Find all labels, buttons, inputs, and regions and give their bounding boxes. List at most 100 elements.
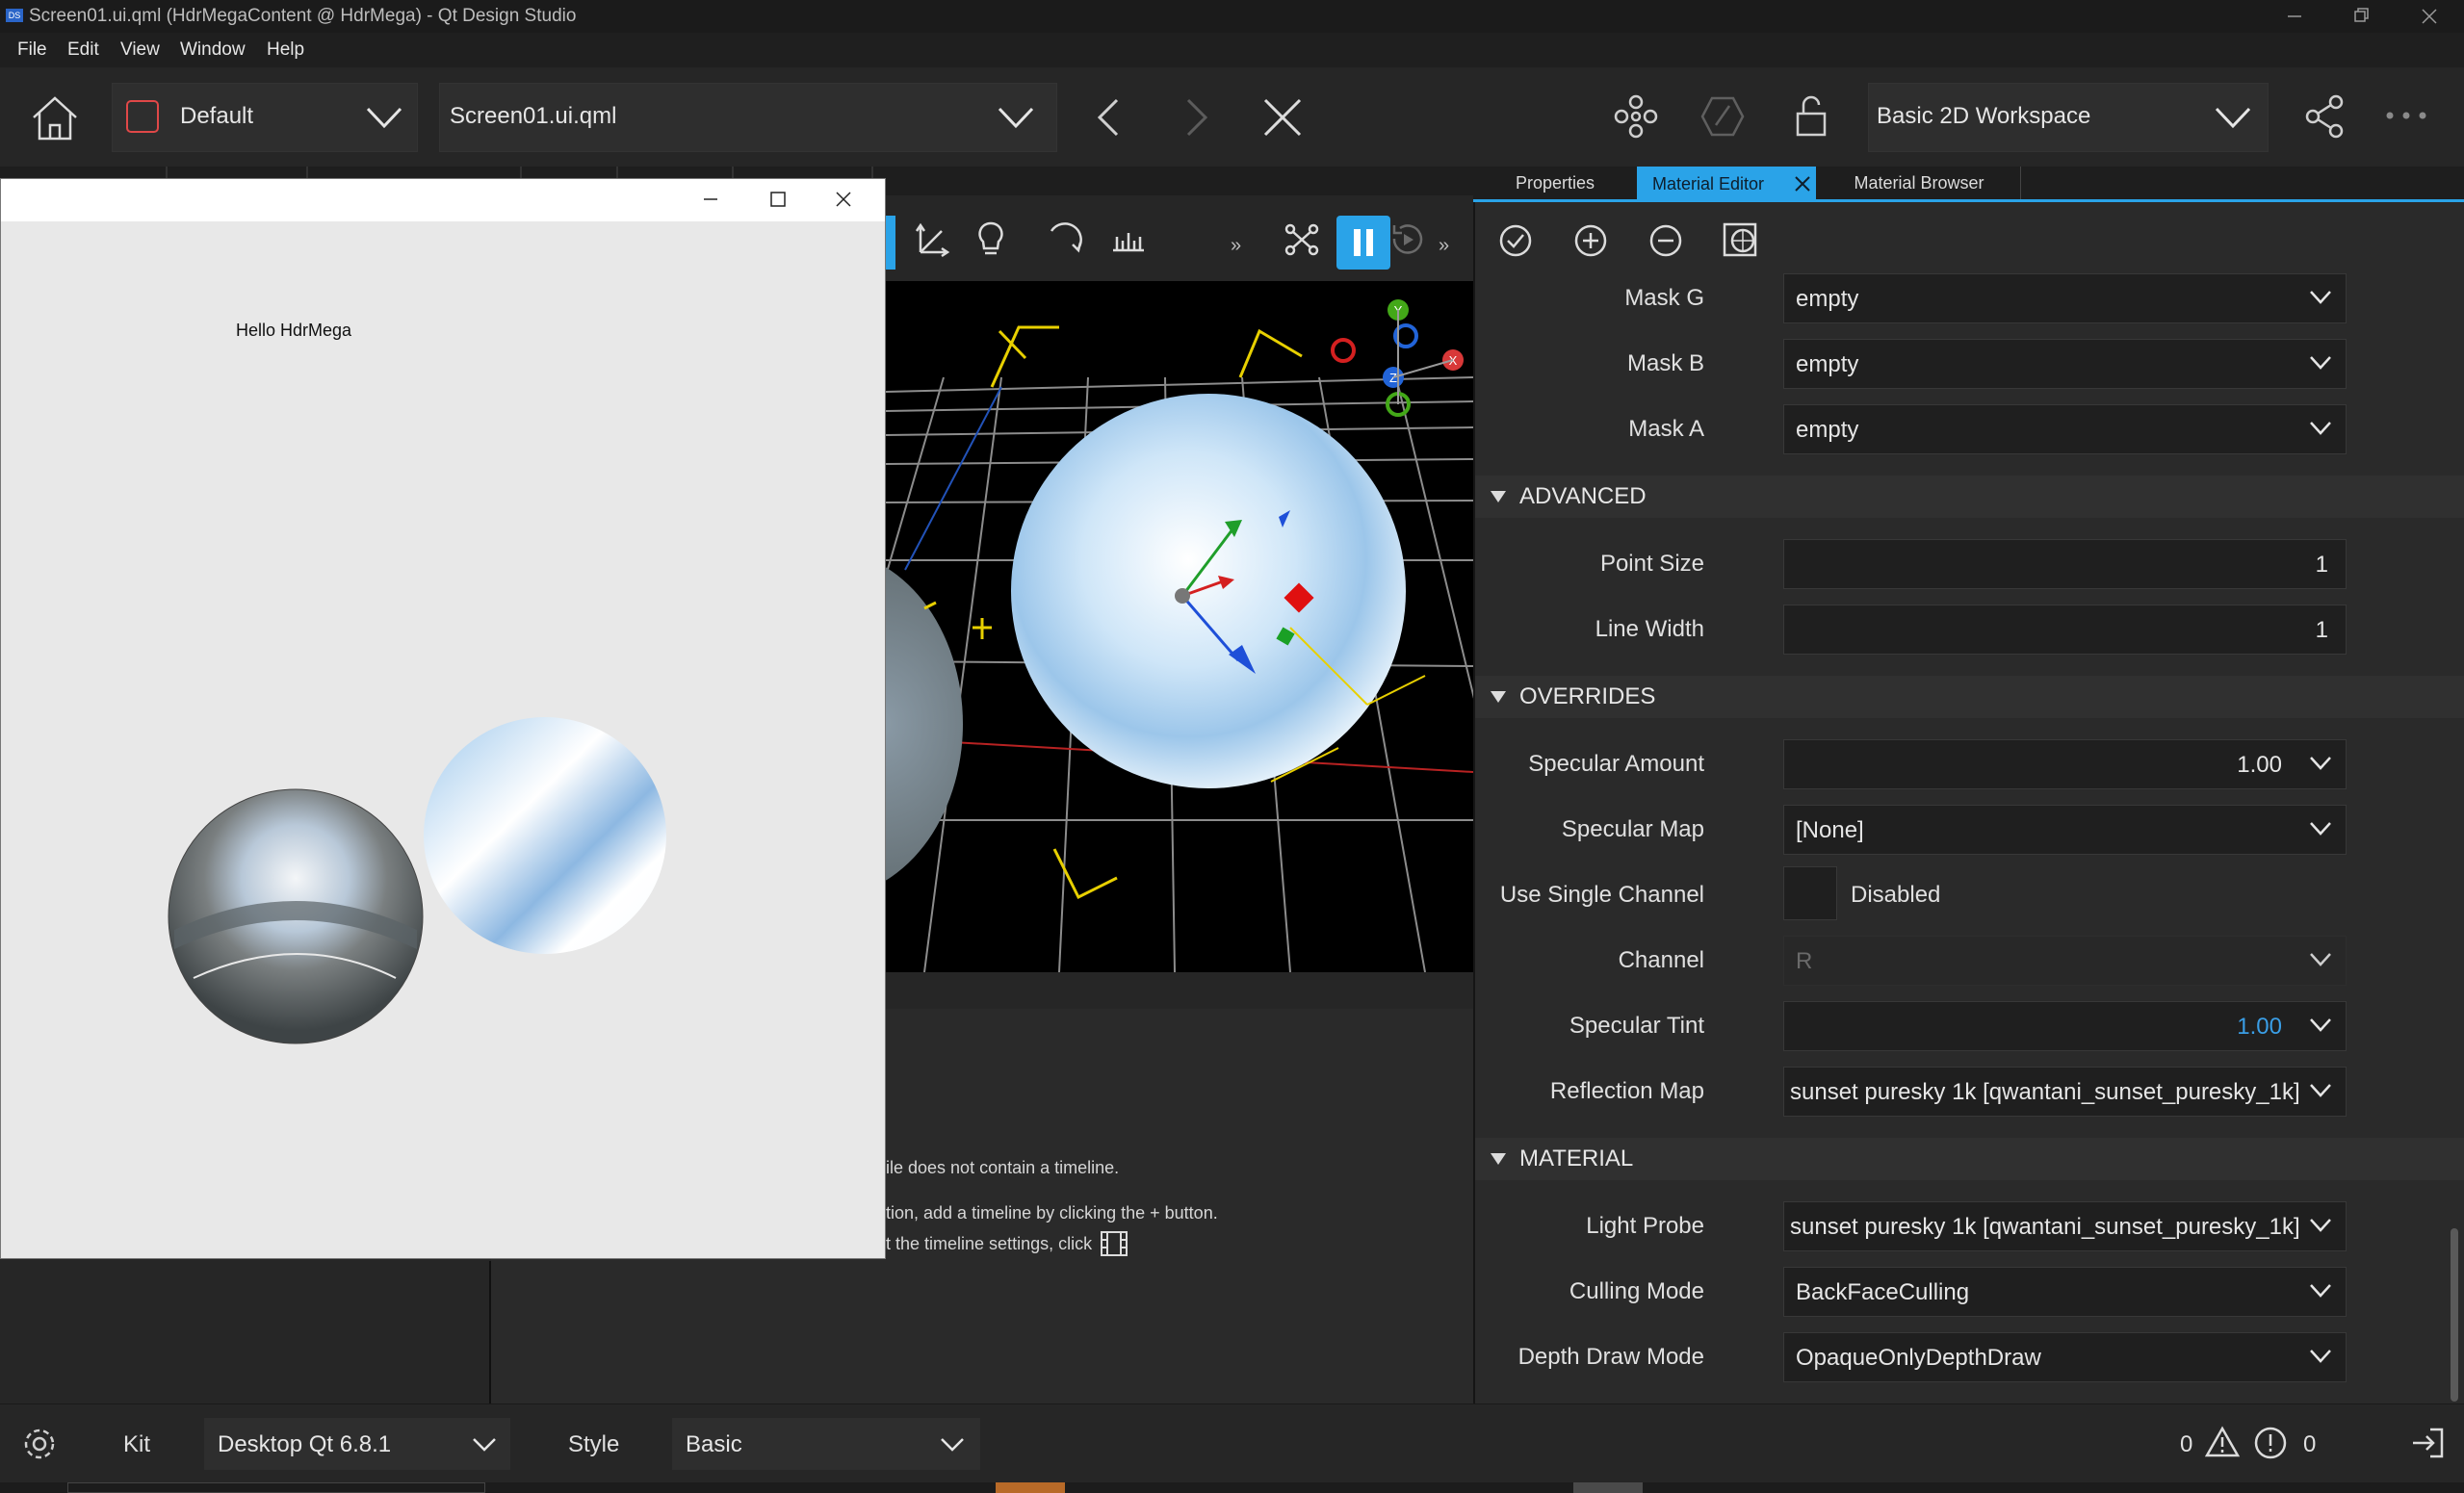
minimize-button[interactable] bbox=[2265, 4, 2322, 29]
menu-window[interactable]: Window bbox=[180, 39, 246, 61]
section-advanced[interactable]: ADVANCED bbox=[1475, 476, 2464, 518]
chevron-down-icon[interactable] bbox=[2309, 1017, 2332, 1033]
channel-label: Channel bbox=[1618, 947, 1704, 973]
overflow-left-icon[interactable]: » bbox=[1231, 235, 1241, 257]
style-label: Style bbox=[568, 1431, 620, 1457]
workspace-combo-value: Basic 2D Workspace bbox=[1877, 103, 2091, 129]
light-bulb-icon[interactable] bbox=[974, 219, 1007, 258]
window-title: Screen01.ui.qml (HdrMegaContent @ HdrMeg… bbox=[29, 6, 577, 26]
timeline-settings-icon[interactable] bbox=[1100, 1230, 1128, 1257]
point-size-value: 1 bbox=[2315, 552, 2328, 578]
section-overrides[interactable]: OVERRIDES bbox=[1475, 676, 2464, 718]
depth-draw-mode-label: Depth Draw Mode bbox=[1517, 1344, 1704, 1370]
material-preview-icon[interactable] bbox=[1722, 221, 1760, 260]
channel-combo: R bbox=[1783, 936, 2347, 986]
mask-b-combo[interactable]: empty bbox=[1783, 339, 2347, 389]
mask-g-combo[interactable]: empty bbox=[1783, 273, 2347, 323]
style-combo[interactable]: Default bbox=[112, 83, 418, 152]
back-icon[interactable] bbox=[1090, 96, 1128, 139]
chevron-down-icon bbox=[366, 107, 402, 129]
exit-icon[interactable] bbox=[2409, 1426, 2446, 1460]
workspace-combo[interactable]: Basic 2D Workspace bbox=[1868, 83, 2269, 152]
preview-close-button[interactable] bbox=[829, 187, 858, 212]
warning-icon[interactable] bbox=[2205, 1426, 2240, 1458]
timeline-message-1: ile does not contain a timeline. bbox=[886, 1158, 1120, 1177]
viewport-3d[interactable]: Y X Z bbox=[886, 281, 1473, 972]
bottom-strip-handle bbox=[1573, 1482, 1643, 1493]
mask-a-value: empty bbox=[1796, 417, 1859, 443]
close-document-icon[interactable] bbox=[1261, 96, 1304, 139]
reflection-map-label: Reflection Map bbox=[1549, 1078, 1704, 1104]
preview-maximize-button[interactable] bbox=[764, 187, 792, 212]
chevron-down-icon bbox=[2215, 107, 2251, 129]
mask-a-label: Mask A bbox=[1628, 416, 1704, 442]
more-icon[interactable] bbox=[2384, 106, 2428, 125]
orbit-icon[interactable] bbox=[1046, 221, 1084, 258]
overflow-right-icon[interactable]: » bbox=[1439, 235, 1449, 257]
preview-window[interactable]: Hello HdrMega bbox=[0, 178, 886, 1259]
preview-minimize-button[interactable] bbox=[696, 187, 725, 212]
mask-a-combo[interactable]: empty bbox=[1783, 404, 2347, 454]
menu-edit[interactable]: Edit bbox=[67, 39, 99, 61]
depth-draw-mode-value: OpaqueOnlyDepthDraw bbox=[1796, 1345, 2041, 1371]
restore-button[interactable] bbox=[2332, 4, 2390, 29]
timeline-message-3: t the timeline settings, click bbox=[886, 1234, 1093, 1253]
chevron-down-icon bbox=[2310, 422, 2331, 435]
pause-animation-button[interactable] bbox=[1336, 216, 1390, 270]
tab-material-browser[interactable]: Material Browser bbox=[1818, 167, 2021, 199]
section-material[interactable]: MATERIAL bbox=[1475, 1138, 2464, 1180]
specular-amount-field[interactable]: 1.00 bbox=[1783, 739, 2347, 789]
move-tool-icon[interactable] bbox=[913, 219, 951, 258]
culling-mode-combo[interactable]: BackFaceCulling bbox=[1783, 1267, 2347, 1317]
channel-value: R bbox=[1796, 948, 1813, 974]
mask-g-label: Mask G bbox=[1624, 285, 1704, 311]
chevron-down-icon bbox=[2310, 953, 2331, 966]
specular-map-combo[interactable]: [None] bbox=[1783, 805, 2347, 855]
use-single-channel-value: Disabled bbox=[1851, 882, 1941, 908]
chevron-down-icon bbox=[2310, 822, 2331, 836]
chevron-down-icon[interactable] bbox=[2309, 756, 2332, 771]
specular-amount-value: 1.00 bbox=[2237, 752, 2282, 778]
reflection-map-combo[interactable]: sunset puresky 1k [qwantani_sunset_pures… bbox=[1783, 1067, 2347, 1117]
edit-component-icon bbox=[1700, 94, 1745, 139]
close-tab-icon[interactable] bbox=[1795, 176, 1810, 192]
chevron-down-icon bbox=[2310, 291, 2331, 304]
line-width-field[interactable]: 1 bbox=[1783, 605, 2347, 655]
window-titlebar: DS Screen01.ui.qml (HdrMegaContent @ Hdr… bbox=[0, 0, 2464, 33]
use-single-channel-checkbox[interactable] bbox=[1783, 866, 1837, 920]
style-status-combo[interactable]: Basic bbox=[672, 1418, 980, 1470]
grid-snap-icon[interactable] bbox=[1109, 221, 1148, 258]
reflection-map-value: sunset puresky 1k [qwantani_sunset_pures… bbox=[1790, 1079, 2300, 1105]
depth-draw-mode-combo[interactable]: OpaqueOnlyDepthDraw bbox=[1783, 1332, 2347, 1382]
viewport-splitter[interactable] bbox=[886, 972, 1473, 1012]
light-probe-combo[interactable]: sunset puresky 1k [qwantani_sunset_pures… bbox=[1783, 1201, 2347, 1251]
status-bar: Kit Desktop Qt 6.8.1 Style Basic 0 0 bbox=[0, 1403, 2464, 1483]
section-overrides-title: OVERRIDES bbox=[1519, 683, 1656, 709]
chevron-down-icon bbox=[2310, 1219, 2331, 1232]
chevron-down-icon bbox=[2310, 1284, 2331, 1298]
file-combo[interactable]: Screen01.ui.qml bbox=[439, 83, 1057, 152]
settings-gear-icon[interactable] bbox=[21, 1426, 58, 1462]
reset-view-icon[interactable] bbox=[1388, 221, 1427, 258]
point-size-field[interactable]: 1 bbox=[1783, 539, 2347, 589]
close-button[interactable] bbox=[2399, 4, 2457, 29]
menu-view[interactable]: View bbox=[120, 39, 160, 61]
error-icon[interactable] bbox=[2253, 1426, 2288, 1460]
properties-scrollbar[interactable] bbox=[2451, 1228, 2458, 1402]
preview-titlebar[interactable] bbox=[1, 179, 885, 221]
specular-map-value: [None] bbox=[1796, 817, 1864, 843]
kit-combo[interactable]: Desktop Qt 6.8.1 bbox=[204, 1418, 510, 1470]
mask-g-value: empty bbox=[1796, 286, 1859, 312]
menu-file[interactable]: File bbox=[17, 39, 47, 61]
point-size-label: Point Size bbox=[1599, 551, 1704, 577]
menu-help[interactable]: Help bbox=[267, 39, 304, 61]
home-icon[interactable] bbox=[29, 94, 81, 142]
style-status-value: Basic bbox=[686, 1431, 742, 1457]
lock-icon[interactable] bbox=[1795, 94, 1828, 139]
collapse-triangle-icon bbox=[1491, 1153, 1506, 1165]
share-icon[interactable] bbox=[2303, 94, 2346, 139]
forward-icon[interactable] bbox=[1177, 96, 1215, 139]
specular-tint-field[interactable]: 1.00 bbox=[1783, 1001, 2347, 1051]
fit-view-icon[interactable] bbox=[1283, 221, 1321, 258]
select-tool-active[interactable] bbox=[886, 216, 895, 270]
